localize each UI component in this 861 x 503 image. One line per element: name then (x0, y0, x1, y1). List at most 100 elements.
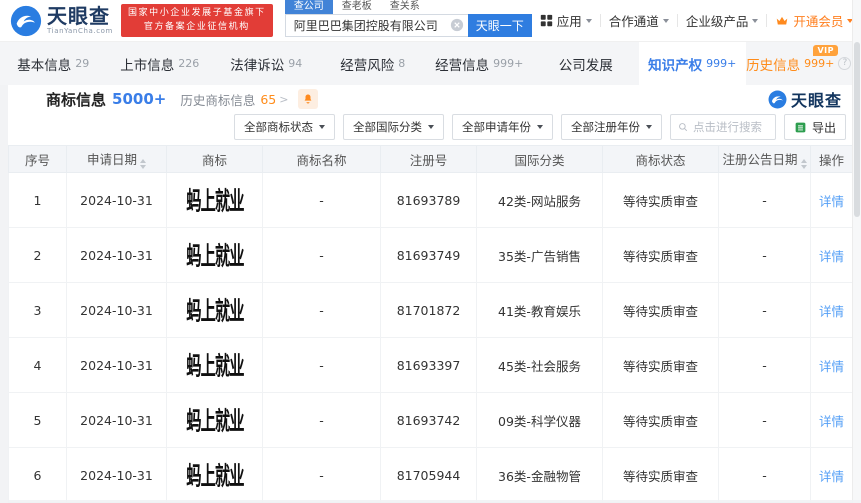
detail-link[interactable]: 详情 (819, 304, 844, 319)
column-header: 商标名称 (262, 145, 381, 173)
page-scrollbar[interactable] (852, 0, 861, 500)
cell-trademark-image: 蚂上就业 (166, 227, 263, 283)
bell-icon-orange (305, 94, 312, 104)
menu-apps[interactable]: 应用 (532, 11, 600, 30)
trademark-image[interactable]: 蚂上就业 (186, 347, 244, 383)
search-tab[interactable]: 查老板 (333, 0, 381, 14)
detail-link[interactable]: 详情 (819, 469, 844, 484)
cell-action: 详情 (810, 392, 853, 448)
section-count: 5000+ (112, 90, 167, 108)
cell-apply-date: 2024-10-31 (66, 447, 167, 503)
logo-eye-icon (768, 90, 787, 108)
vip-badge: VIP (813, 45, 838, 56)
cell-trademark-image: 蚂上就业 (166, 282, 263, 338)
detail-link[interactable]: 详情 (819, 249, 844, 264)
tab-count: 999+ (706, 57, 737, 70)
tianyancha-logo[interactable]: 天眼查 TianYanCha.com (10, 5, 113, 37)
tab-历史信息[interactable]: VIP 历史信息 999+? (746, 42, 853, 85)
cell-action: 详情 (810, 282, 853, 338)
filter-dropdown[interactable]: 全部注册年份 (560, 114, 662, 140)
cell-apply-date: 2024-10-31 (66, 172, 167, 228)
table-body: 1 2024-10-31 蚂上就业 -81693789 42类-网站服务 等待实质审查 - 详… (8, 172, 853, 503)
trademark-image[interactable]: 蚂上就业 (186, 402, 244, 438)
question-circle-icon: ? (838, 57, 852, 70)
trademark-image[interactable]: 蚂上就业 (186, 182, 244, 218)
cell-index: 5 (8, 392, 67, 448)
table-row: 4 2024-10-31 蚂上就业 -81693397 45类-社会服务 等待实质审查 - 详… (8, 337, 853, 393)
chevron-down-icon (645, 125, 652, 129)
trademark-table: 序号 申请日期 商标 商标名称 注册号 国际分类 商标状态 注册公告日期 操作 1 2024-10… (8, 145, 853, 503)
table-row: 3 2024-10-31 蚂上就业 -81701872 41类-教育娱乐 等待实质审查 - 详… (8, 282, 853, 338)
cell-apply-date: 2024-10-31 (66, 282, 167, 338)
tab-经营信息[interactable]: 经营信息 999+ (426, 42, 533, 85)
column-header: 国际分类 (476, 145, 603, 173)
history-trademark-link[interactable]: 历史商标信息 65 > (180, 90, 288, 109)
detail-link[interactable]: 详情 (819, 194, 844, 209)
tab-count: 999+ (493, 57, 524, 70)
tab-label: 经营风险 (340, 57, 395, 74)
trademark-image[interactable]: 蚂上就业 (186, 237, 244, 273)
tab-基本信息[interactable]: 基本信息 29 (0, 42, 107, 85)
tab-知识产权[interactable]: 知识产权 999+ (639, 42, 746, 85)
green-sheet-icon (795, 122, 806, 132)
column-header: 申请日期 (66, 145, 167, 173)
menu-open-vip[interactable]: 开通会员 (767, 11, 861, 30)
filter-dropdown[interactable]: 全部商标状态 (233, 114, 335, 140)
cell-publication-date: - (718, 172, 811, 228)
search-submit-button[interactable]: 天眼一下 (467, 14, 532, 37)
cell-intl-class: 35类-广告销售 (476, 227, 603, 283)
column-header: 商标状态 (602, 145, 719, 173)
tab-法律诉讼[interactable]: 法律诉讼 94 (213, 42, 320, 85)
scrollbar-thumb[interactable] (854, 42, 860, 217)
header-search: 查公司查老板查关系 天眼一下 (284, 0, 532, 37)
column-header: 注册公告日期 (718, 145, 811, 173)
cell-index: 4 (8, 337, 67, 393)
search-type-tabs: 查公司 查老板 查关系 (284, 0, 532, 14)
company-search-input[interactable] (284, 14, 468, 37)
sort-icon[interactable] (800, 159, 807, 169)
tab-label: 知识产权 (648, 57, 703, 74)
watermark-logo: 天眼查 (768, 87, 842, 111)
cell-apply-date: 2024-10-31 (66, 337, 167, 393)
tab-label: 公司发展 (558, 57, 613, 74)
tab-公司发展[interactable]: 公司发展 (533, 42, 640, 85)
filter-dropdown[interactable]: 全部国际分类 (342, 114, 444, 140)
detail-link[interactable]: 详情 (819, 359, 844, 374)
cell-status: 等待实质审查 (602, 337, 719, 393)
export-button[interactable]: 导出 (783, 114, 846, 140)
column-header: 序号 (8, 145, 67, 173)
table-row: 5 2024-10-31 蚂上就业 -81693742 09类-科学仪器 等待实质审查 - 详… (8, 392, 853, 448)
tab-count: 999+ (804, 57, 835, 70)
tab-label: 历史信息 (746, 57, 801, 74)
cell-apply-date: 2024-10-31 (66, 227, 167, 283)
search-tab[interactable]: 查公司 (284, 0, 333, 14)
trademark-image[interactable]: 蚂上就业 (186, 292, 244, 328)
tab-经营风险[interactable]: 经营风险 8 (320, 42, 427, 85)
chevron-down-icon (536, 125, 543, 129)
tab-count: 94 (288, 57, 303, 70)
trademark-image[interactable]: 蚂上就业 (186, 457, 244, 493)
filter-dropdown[interactable]: 全部申请年份 (451, 114, 553, 140)
gov-certification-badge: 国家中小企业发展子基金旗下 官方备案企业征信机构 (120, 4, 273, 37)
detail-link[interactable]: 详情 (819, 414, 844, 429)
sort-icon[interactable] (140, 159, 146, 169)
cell-status: 等待实质审查 (602, 227, 719, 283)
tab-count: 29 (75, 57, 90, 70)
cell-intl-class: 41类-教育娱乐 (476, 282, 603, 338)
cell-index: 6 (8, 447, 67, 503)
cell-status: 等待实质审查 (602, 447, 719, 503)
cell-registration-number: 81693789 (380, 172, 477, 228)
menu-cooperation[interactable]: 合作通道 (601, 11, 677, 30)
table-search-box[interactable] (669, 114, 776, 140)
tab-count: 226 (178, 57, 200, 70)
subscribe-button[interactable] (298, 89, 319, 109)
table-search-input[interactable] (692, 120, 768, 134)
cell-intl-class: 42类-网站服务 (476, 172, 603, 228)
search-tab[interactable]: 查关系 (381, 0, 429, 14)
cell-trademark-image: 蚂上就业 (166, 447, 263, 503)
clear-search-icon[interactable] (450, 18, 464, 32)
chevron-down-icon (752, 18, 759, 23)
cell-trademark-name: - (262, 282, 381, 338)
tab-上市信息[interactable]: 上市信息 226 (107, 42, 214, 85)
menu-enterprise-products[interactable]: 企业级产品 (678, 11, 767, 30)
